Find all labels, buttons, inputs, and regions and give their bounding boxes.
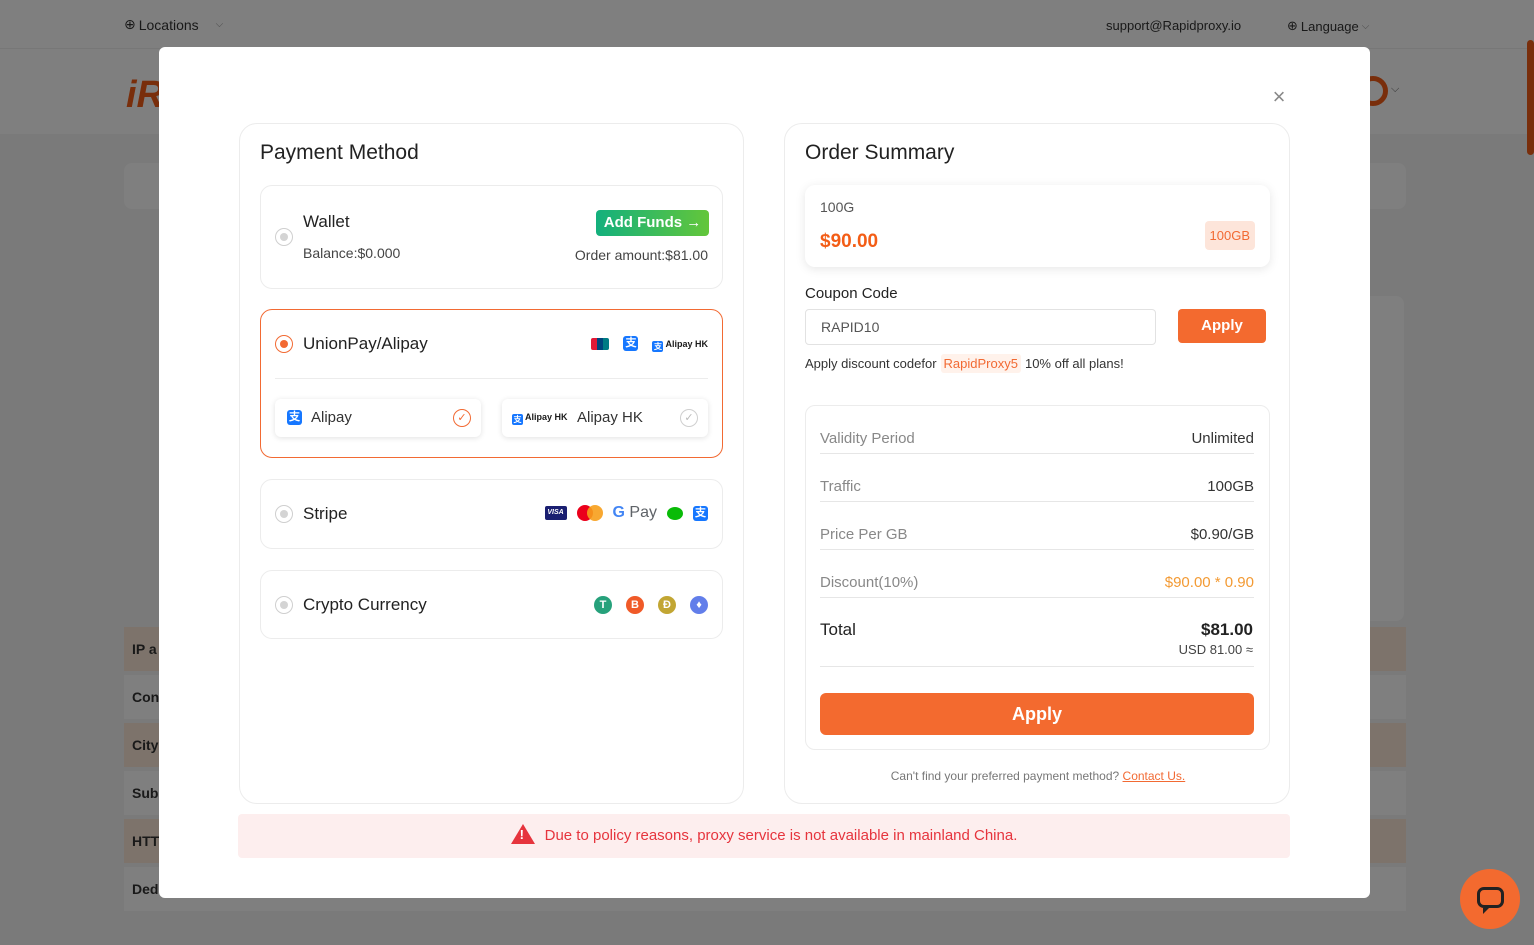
coupon-label: Coupon Code: [805, 285, 898, 302]
stripe-radio[interactable]: [275, 505, 293, 523]
summary-box: Validity Period Unlimited Traffic 100GB …: [805, 405, 1270, 750]
summary-row-validity: Validity Period Unlimited: [820, 406, 1254, 454]
alipay-icon: 支: [623, 336, 639, 351]
summary-row-discount: Discount(10%) $90.00 * 0.90: [820, 550, 1254, 598]
policy-warning-banner: Due to policy reasons, proxy service is …: [238, 814, 1290, 858]
payment-method-title: Payment Method: [260, 141, 419, 164]
stripe-option[interactable]: Stripe VISA G Pay 支: [260, 479, 723, 549]
warning-icon: [510, 824, 535, 844]
discount-code-tag[interactable]: RapidProxy5: [940, 354, 1021, 373]
unionpay-alipay-logos: 支 支 Alipay HK: [591, 336, 708, 352]
warning-text: Due to policy reasons, proxy service is …: [544, 827, 1018, 844]
ethereum-icon: ♦: [690, 596, 708, 614]
discount-note: Apply discount codefor RapidProxy5 10% o…: [805, 354, 1124, 373]
coupon-input[interactable]: [805, 309, 1156, 345]
payment-method-panel: Payment Method Wallet Add Funds → Balanc…: [239, 123, 744, 804]
help-text: Can't find your preferred payment method…: [890, 769, 1120, 783]
unionpay-alipay-option[interactable]: UnionPay/Alipay 支 支 Alipay HK 支 Alipay ✓ …: [260, 309, 723, 458]
order-summary-panel: Order Summary 100G $90.00 100GB Coupon C…: [784, 123, 1290, 804]
alipay-sub-option[interactable]: 支 Alipay ✓: [275, 399, 481, 437]
bitcoin-icon: B: [626, 596, 644, 614]
wechat-pay-icon: [667, 506, 683, 520]
chat-icon: [1477, 887, 1504, 914]
crypto-label: Crypto Currency: [303, 595, 427, 614]
add-funds-button[interactable]: Add Funds →: [596, 210, 709, 236]
check-icon: ✓: [680, 409, 698, 427]
product-card: 100G $90.00 100GB: [805, 185, 1270, 267]
order-summary-title: Order Summary: [805, 141, 955, 164]
mastercard-icon: [576, 505, 603, 521]
discount-note-suffix: 10% off all plans!: [1024, 356, 1124, 371]
summary-row-price-per-gb: Price Per GB $0.90/GB: [820, 502, 1254, 550]
summary-row-traffic: Traffic 100GB: [820, 454, 1254, 502]
alipay-hk-label: Alipay HK: [577, 409, 643, 426]
alipay-label: Alipay: [311, 409, 352, 426]
alipay-icon: 支: [287, 410, 302, 425]
alipay-icon: 支: [693, 505, 708, 521]
unionpay-icon: [591, 337, 610, 350]
product-tag: 100GB: [1204, 221, 1255, 250]
wallet-balance: Balance:$0.000: [303, 245, 401, 261]
stripe-label: Stripe: [303, 504, 348, 523]
order-amount: Order amount:$81.00: [574, 247, 708, 263]
divider: [820, 666, 1254, 667]
visa-icon: VISA: [544, 506, 567, 520]
product-name: 100G: [820, 199, 855, 215]
wallet-radio[interactable]: [275, 228, 293, 246]
total-value: $81.00: [1201, 620, 1253, 639]
close-icon[interactable]: ×: [1268, 86, 1290, 108]
crypto-option[interactable]: Crypto Currency T B Ð ♦: [260, 570, 723, 639]
google-pay-icon: G Pay: [612, 504, 657, 521]
unionpay-alipay-label: UnionPay/Alipay: [303, 334, 428, 353]
usdt-icon: T: [594, 596, 612, 614]
crypto-logos: T B Ð ♦: [594, 596, 708, 614]
apply-coupon-button[interactable]: Apply: [1178, 309, 1266, 343]
alipay-hk-sub-option[interactable]: 支 Alipay HK Alipay HK ✓: [502, 399, 708, 437]
product-price: $90.00: [820, 231, 879, 252]
alipay-hk-icon: 支 Alipay HK: [652, 338, 708, 352]
total-label: Total: [820, 620, 856, 639]
divider: [275, 378, 708, 379]
crypto-radio[interactable]: [275, 596, 293, 614]
discount-note-prefix: Apply discount codefor: [805, 356, 937, 371]
check-icon: ✓: [453, 409, 471, 427]
stripe-logos: VISA G Pay 支: [544, 504, 708, 522]
chat-button[interactable]: [1460, 869, 1520, 929]
alipay-hk-icon: 支 Alipay HK: [512, 412, 568, 425]
contact-us-link[interactable]: Contact Us.: [1123, 769, 1186, 783]
dogecoin-icon: Ð: [658, 596, 676, 614]
unionpay-alipay-radio[interactable]: [275, 335, 293, 353]
help-line: Can't find your preferred payment method…: [785, 769, 1291, 783]
wallet-option[interactable]: Wallet Add Funds → Balance:$0.000 Order …: [260, 185, 723, 289]
wallet-label: Wallet: [303, 212, 350, 231]
apply-button[interactable]: Apply: [820, 693, 1254, 735]
total-usd: USD 81.00 ≈: [1178, 642, 1253, 657]
